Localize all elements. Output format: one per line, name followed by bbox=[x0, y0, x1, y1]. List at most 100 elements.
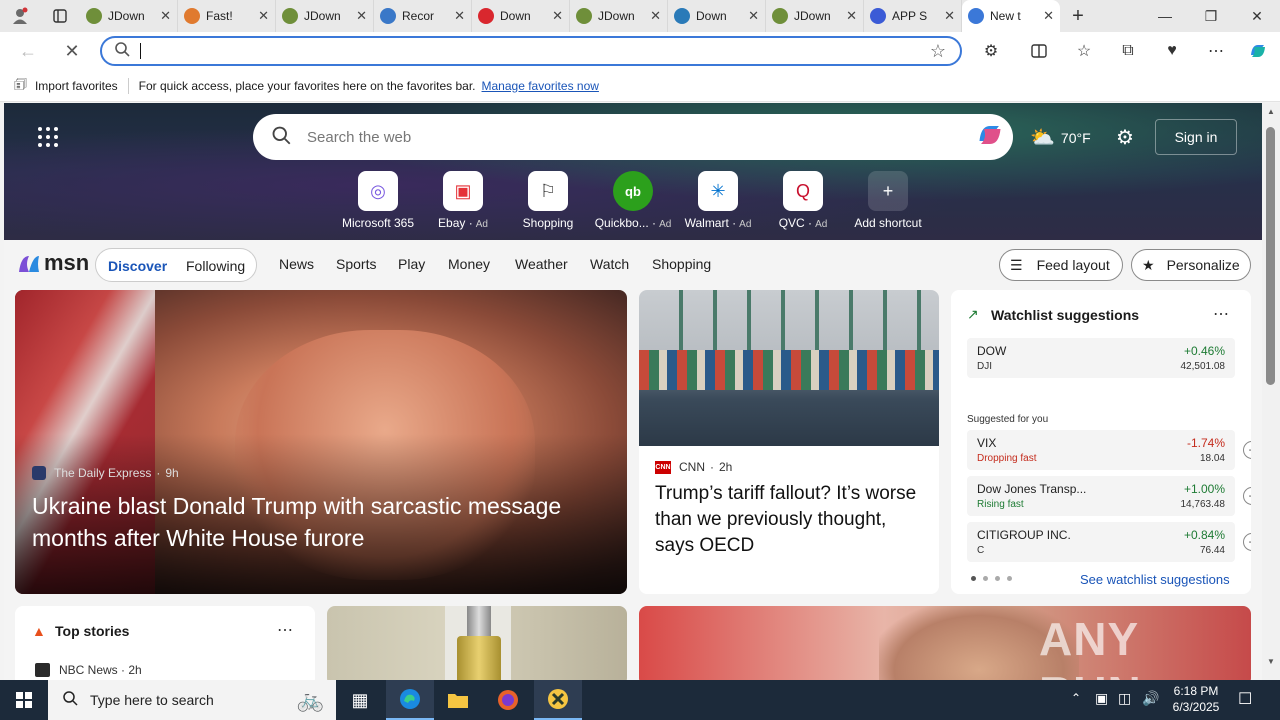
back-arrow-icon[interactable]: ← bbox=[10, 33, 46, 69]
shortcut-tile[interactable]: ◎ Microsoft 365 bbox=[338, 171, 418, 230]
browser-tab[interactable]: JDown ✕ bbox=[80, 0, 178, 32]
shortcut-tile[interactable]: qb Quickbo... · Ad bbox=[593, 171, 673, 230]
new-tab-icon[interactable]: + bbox=[1060, 0, 1096, 32]
close-tab-icon[interactable]: ✕ bbox=[846, 8, 857, 24]
watch-item-transports[interactable]: Dow Jones Transp... Rising fast +1.00% 1… bbox=[967, 476, 1251, 516]
split-screen-icon[interactable] bbox=[1022, 34, 1056, 68]
copilot-icon[interactable] bbox=[975, 120, 1005, 155]
firefox-icon[interactable] bbox=[484, 680, 532, 720]
manage-favorites-link[interactable]: Manage favorites now bbox=[482, 79, 599, 93]
shortcut-tile[interactable]: + Add shortcut bbox=[848, 171, 928, 230]
import-favorites-button[interactable]: Import favorites bbox=[35, 79, 118, 93]
favorite-star-icon[interactable]: ☆ bbox=[930, 41, 946, 62]
scroll-up-icon[interactable]: ▲ bbox=[1267, 107, 1275, 116]
network-icon[interactable]: ◫ bbox=[1118, 690, 1131, 707]
close-tab-icon[interactable]: ✕ bbox=[552, 8, 563, 24]
more-menu-icon[interactable]: ⋯ bbox=[1199, 34, 1233, 68]
close-tab-icon[interactable]: ✕ bbox=[748, 8, 759, 24]
browser-tab[interactable]: Down ✕ bbox=[472, 0, 570, 32]
cnn-story-card[interactable]: CNN CNN · 2h Trump’s tariff fallout? It’… bbox=[639, 290, 939, 594]
collections-icon[interactable]: ⧉ bbox=[1111, 34, 1145, 68]
see-watchlist-link[interactable]: See watchlist suggestions bbox=[1080, 572, 1230, 587]
close-tab-icon[interactable]: ✕ bbox=[454, 8, 465, 24]
browser-tab[interactable]: Down ✕ bbox=[668, 0, 766, 32]
meet-now-icon[interactable]: ▣ bbox=[1095, 690, 1108, 707]
more-options-icon[interactable]: ⋯ bbox=[277, 620, 293, 640]
nav-shopping[interactable]: Shopping bbox=[652, 256, 711, 272]
tab-discover[interactable]: Discover bbox=[108, 258, 167, 274]
close-window-button[interactable]: ✕ bbox=[1234, 0, 1280, 32]
close-tab-icon[interactable]: ✕ bbox=[258, 8, 269, 24]
close-tab-icon[interactable]: ✕ bbox=[356, 8, 367, 24]
weather-widget[interactable]: ⛅ 70°F bbox=[1030, 125, 1091, 150]
nav-weather[interactable]: Weather bbox=[515, 256, 568, 272]
address-input[interactable] bbox=[145, 43, 930, 59]
product-story-card[interactable] bbox=[327, 606, 627, 680]
scroll-thumb[interactable] bbox=[1266, 127, 1275, 385]
personalize-button[interactable]: ★ Personalize bbox=[1131, 249, 1251, 281]
copilot-icon[interactable] bbox=[1241, 34, 1275, 68]
file-explorer-icon[interactable] bbox=[434, 680, 482, 720]
watch-item-vix[interactable]: VIX Dropping fast -1.74% 18.04 + bbox=[967, 430, 1251, 470]
nav-sports[interactable]: Sports bbox=[336, 256, 376, 272]
taskbar-search[interactable]: Type here to search 🚲 bbox=[48, 680, 336, 720]
task-view-icon[interactable]: ▦ bbox=[336, 680, 384, 720]
show-hidden-icons[interactable]: ⌃ bbox=[1071, 691, 1081, 705]
main-headline[interactable]: Ukraine blast Donald Trump with sarcasti… bbox=[32, 490, 612, 554]
close-tab-icon[interactable]: ✕ bbox=[650, 8, 661, 24]
browser-tab[interactable]: JDown ✕ bbox=[570, 0, 668, 32]
windows-start-icon[interactable] bbox=[0, 680, 48, 720]
item-sub: Rising fast bbox=[977, 499, 1024, 510]
restore-button[interactable]: ❐ bbox=[1188, 0, 1234, 32]
settings-gear-icon[interactable]: ⚙ bbox=[1116, 125, 1134, 150]
nav-watch[interactable]: Watch bbox=[590, 256, 629, 272]
add-to-watchlist-button[interactable]: + bbox=[1243, 487, 1251, 505]
shortcut-tile[interactable]: ▣ Ebay · Ad bbox=[423, 171, 503, 230]
close-tab-icon[interactable]: ✕ bbox=[1043, 8, 1054, 24]
vertical-scrollbar[interactable]: ▲ ▼ bbox=[1262, 103, 1280, 680]
shortcut-tile[interactable]: Q QVC · Ad bbox=[763, 171, 843, 230]
shortcut-tile[interactable]: ⚐ Shopping bbox=[508, 171, 588, 230]
volume-icon[interactable]: 🔊 bbox=[1142, 690, 1159, 707]
nav-play[interactable]: Play bbox=[398, 256, 425, 272]
browser-tab[interactable]: JDown ✕ bbox=[766, 0, 864, 32]
more-options-icon[interactable]: ⋯ bbox=[1213, 304, 1229, 324]
extensions-icon[interactable]: ⚙ bbox=[974, 34, 1008, 68]
notifications-icon[interactable]: ☐ bbox=[1238, 689, 1252, 709]
add-to-watchlist-button[interactable]: + bbox=[1243, 441, 1251, 459]
feed-layout-button[interactable]: ☰ Feed layout bbox=[999, 249, 1123, 281]
close-tab-icon[interactable]: ✕ bbox=[944, 8, 955, 24]
favorites-icon[interactable]: ☆ bbox=[1067, 34, 1101, 68]
browser-tab[interactable]: Recor ✕ bbox=[374, 0, 472, 32]
jdownloader-taskbar-icon[interactable] bbox=[534, 680, 582, 720]
tab-following[interactable]: Following bbox=[186, 258, 245, 274]
dow-row[interactable]: DOW DJI +0.46% 42,501.08 bbox=[967, 338, 1235, 378]
profile-avatar-icon[interactable] bbox=[0, 0, 40, 32]
clock[interactable]: 6:18 PM 6/3/2025 bbox=[1168, 683, 1224, 715]
scroll-down-icon[interactable]: ▼ bbox=[1267, 657, 1275, 666]
browser-tab[interactable]: Fast! ✕ bbox=[178, 0, 276, 32]
nav-money[interactable]: Money bbox=[448, 256, 490, 272]
stop-loading-icon[interactable]: ✕ bbox=[54, 33, 90, 69]
watch-item-citigroup[interactable]: CITIGROUP INC. C +0.84% 76.44 + bbox=[967, 522, 1251, 562]
browser-tab[interactable]: APP S ✕ bbox=[864, 0, 962, 32]
main-story-card[interactable]: The Daily Express · 9h Ukraine blast Don… bbox=[15, 290, 627, 594]
tab-actions-icon[interactable] bbox=[40, 0, 80, 32]
browser-tab[interactable]: JDown ✕ bbox=[276, 0, 374, 32]
address-bar[interactable]: ☆ bbox=[100, 36, 962, 66]
cnn-headline[interactable]: Trump’s tariff fallout? It’s worse than … bbox=[655, 481, 925, 559]
msn-logo[interactable]: msn bbox=[16, 250, 89, 276]
close-tab-icon[interactable]: ✕ bbox=[160, 8, 171, 24]
web-search-box[interactable]: Search the web bbox=[253, 114, 1013, 160]
add-to-watchlist-button[interactable]: + bbox=[1243, 533, 1251, 551]
browser-essentials-icon[interactable]: ♥ bbox=[1155, 34, 1189, 68]
minimize-button[interactable]: — bbox=[1142, 0, 1188, 32]
photo-story-card[interactable]: ANY RUN bbox=[639, 606, 1251, 680]
pager-dots[interactable] bbox=[971, 576, 1012, 581]
shortcut-tile[interactable]: ✳ Walmart · Ad bbox=[678, 171, 758, 230]
edge-taskbar-icon[interactable] bbox=[386, 680, 434, 720]
sign-in-button[interactable]: Sign in bbox=[1155, 119, 1237, 155]
browser-tab[interactable]: New t ✕ bbox=[962, 0, 1060, 32]
apps-grid-icon[interactable] bbox=[36, 125, 60, 149]
nav-news[interactable]: News bbox=[279, 256, 314, 272]
